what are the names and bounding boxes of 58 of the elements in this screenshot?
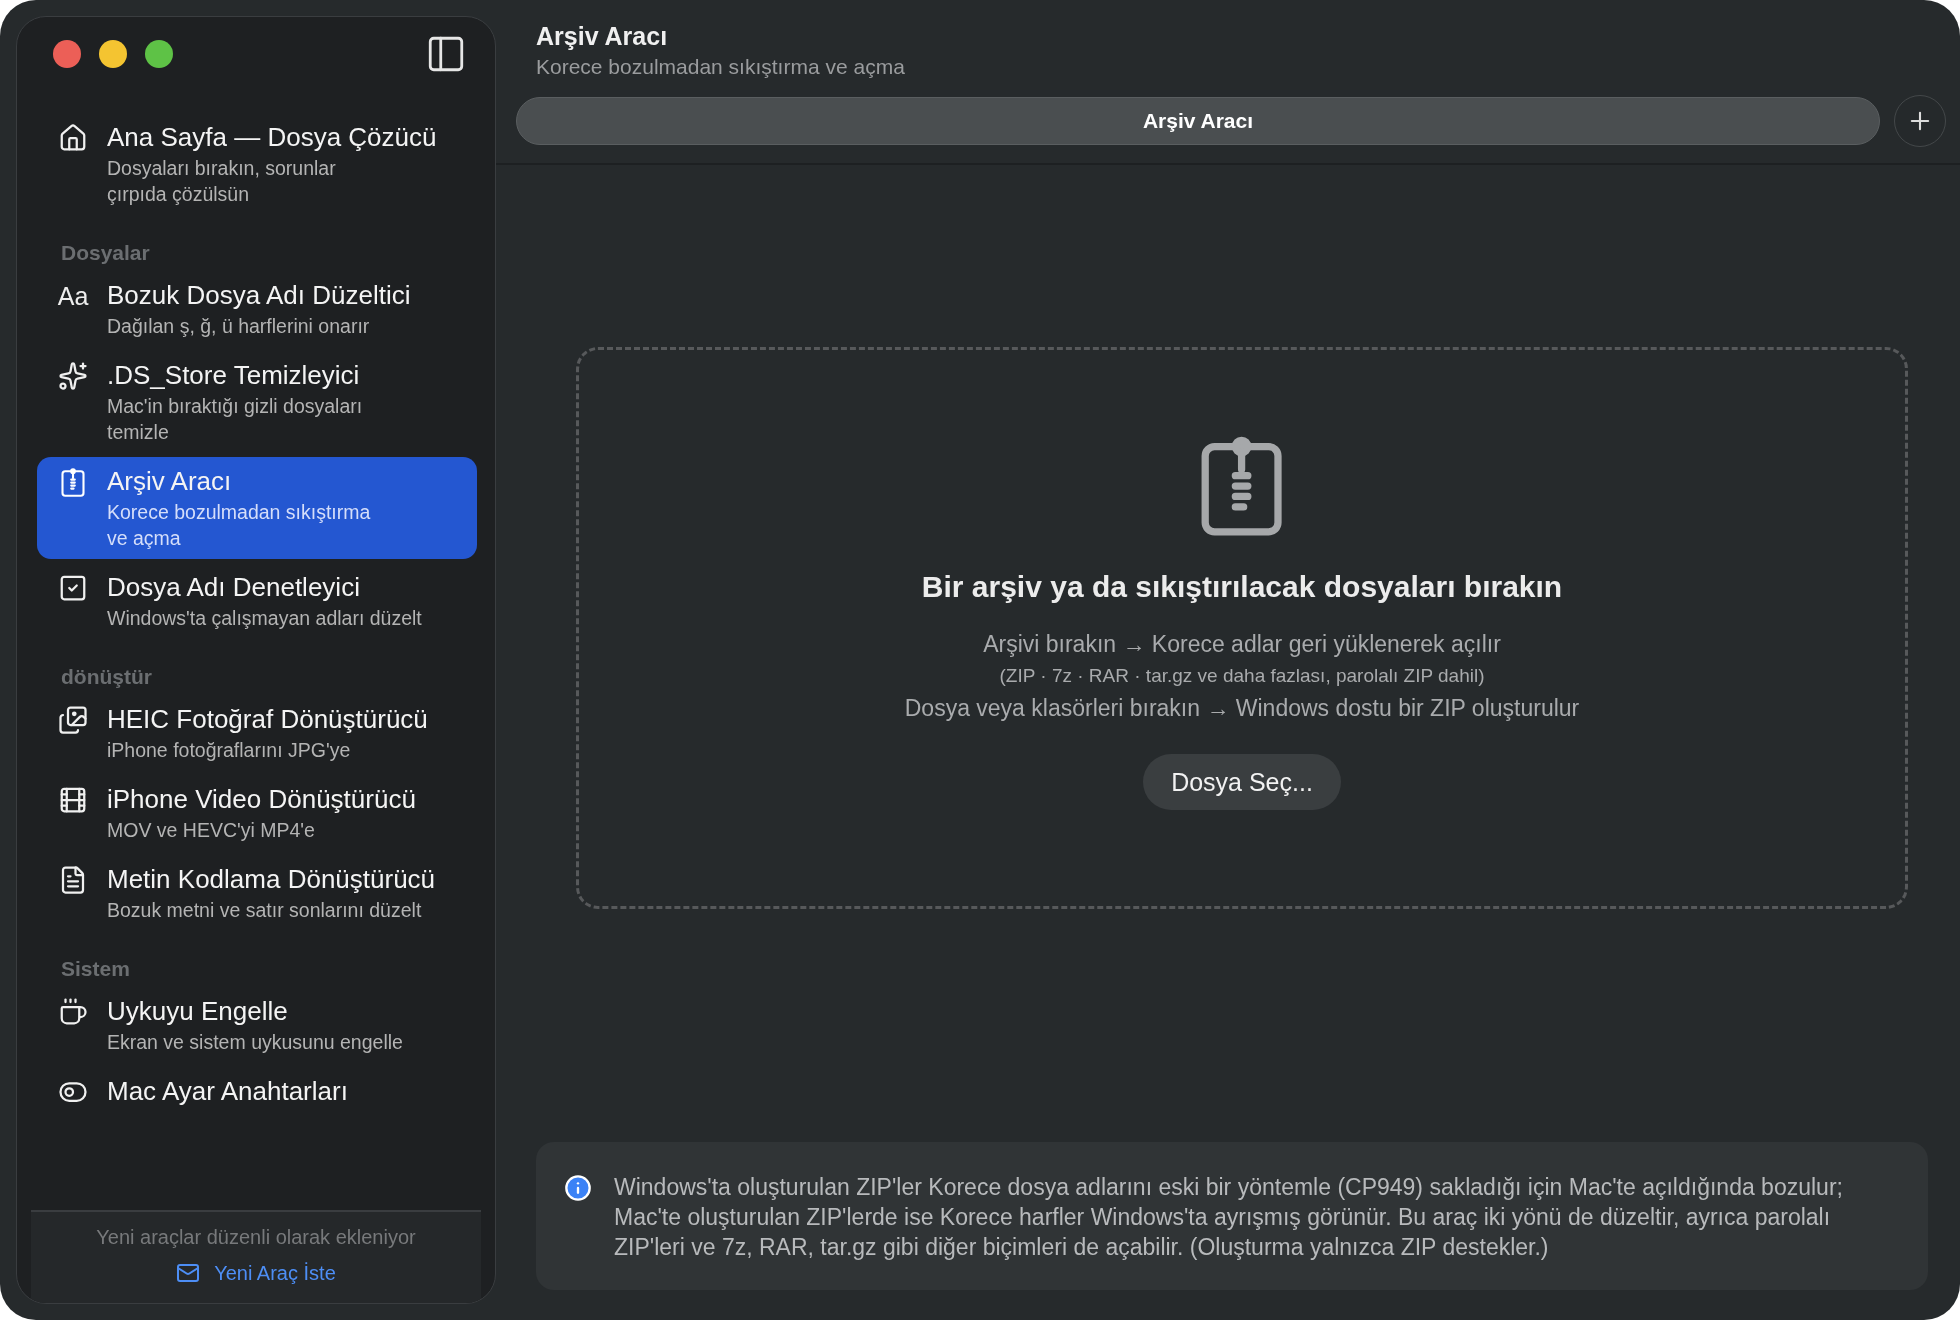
cup-icon [58,997,88,1027]
format-note: (ZIP · 7z · RAR · tar.gz ve daha fazlası, parolalı ZIP dahil) [999,664,1485,688]
item-subtitle: Ekran ve sistem uykusunu engelle [107,1030,403,1055]
sidebar-item[interactable]: .DS_Store Temizleyici Mac'in bıraktığı gizli dosyaları temizle [37,351,477,453]
page-title: Arşiv Aracı [536,22,669,51]
home-icon [58,123,88,153]
item-subtitle: Windows'ta çalışmayan adları düzelt [107,606,422,631]
add-tab-button[interactable] [1894,95,1946,147]
zoom-window-button[interactable] [145,40,173,68]
item-subtitle: Mac'in bıraktığı gizli dosyaları temizle [107,394,364,445]
letters-icon: Aa [57,281,89,339]
item-title: Metin Kodlama Dönüştürücü [107,863,436,895]
footer-note: Yeni araçlar düzenli olarak ekleniyor [96,1226,416,1249]
item-subtitle: Dosyaları bırakın, sorunlar çırpıda çözülsün [107,156,337,207]
info-icon [564,1174,592,1202]
tab[interactable]: Arşiv Aracı [516,97,1880,145]
instruction-text: Arşivi bırakın → Korece adlar geri yüklenerek açılır [983,630,1501,659]
drop-heading: Bir arşiv ya da sıkıştırılacak dosyaları bırakın [921,570,1563,604]
photos-icon [58,705,88,735]
item-subtitle: Korece bozulmadan sıkıştırma ve açma [107,500,372,551]
sidebar-item[interactable]: iPhone Video Dönüştürücü MOV ve HEVC'yi MP4'e [37,775,477,851]
page-subtitle: Korece bozulmadan sıkıştırma ve açma [536,55,906,79]
item-subtitle: Dağılan ş, ğ, ü harflerini onarır [107,314,371,339]
sidebar-item[interactable]: Dosya Adı Denetleyici Windows'ta çalışmayan adları düzelt [37,563,477,639]
section-heading: Sistem [60,956,131,982]
section-heading: Dosyalar [60,240,151,266]
sidebar-item[interactable]: Uykuyu Engelle Ekran ve sistem uykusunu engelle [37,987,477,1063]
item-subtitle: Bozuk metni ve satır sonlarını düzelt [107,898,423,923]
item-title: Ana Sayfa — Dosya Çözücü [107,121,437,153]
minimize-window-button[interactable] [99,40,127,68]
item-title: Mac Ayar Anahtarları [107,1075,348,1107]
checkbox-icon [58,573,88,603]
sidebar-item[interactable]: HEIC Fotoğraf Dönüştürücü iPhone fotoğraflarını JPG'ye [37,695,477,771]
sparkles-icon [58,361,88,391]
item-title: Arşiv Aracı [107,465,233,497]
sidebar-item[interactable]: Ana Sayfa — Dosya Çözücü Dosyaları bırakın, sorunlar çırpıda çözülsün [37,113,477,215]
item-title: Bozuk Dosya Adı Düzeltici [107,279,411,311]
item-title: Dosya Adı Denetleyici [107,571,361,603]
section-heading: dönüştür [60,664,153,690]
item-title: iPhone Video Dönüştürücü [107,783,416,815]
item-title: .DS_Store Temizleyici [107,359,361,391]
info-text: Windows'ta oluşturulan ZIP'ler Korece dosya adlarını eski bir yöntemle (CP949) sakladığı için Mac'te açıldığında bozulur; Mac'te oluşturulan ZIP'lerde ise Korece harfler Windows'ta ayrışmış görünür. Bu araç iki yönü de düzeltir, ayrıca parolalı ZIP'leri ve 7z, RAR, tar.gz gibi diğer biçimleri de açabilir. (Oluşturma yalnızca ZIP destekler.) [614,1173,1844,1262]
sidebar-item[interactable]: Metin Kodlama Dönüştürücü Bozuk metni ve satır sonlarını düzelt [37,855,477,931]
mail-icon [176,1261,201,1285]
clipboard-icon [61,467,85,497]
drop-zone[interactable] [576,347,1908,909]
close-window-button[interactable] [53,40,81,68]
instruction-text: Dosya veya klasörleri bırakın → Windows dostu bir ZIP oluşturulur [904,694,1580,723]
sidebar-item[interactable]: Arşiv Aracı Korece bozulmadan sıkıştırma ve açma [37,457,477,559]
sidebar-item[interactable]: Mac Ayar Anahtarları [37,1067,477,1115]
request-tool-link[interactable]: Yeni Araç İste [176,1261,336,1285]
choose-file-button[interactable]: Dosya Seç... [1143,754,1341,810]
item-title: HEIC Fotoğraf Dönüştürücü [107,703,428,735]
film-icon [58,785,88,815]
item-subtitle: iPhone fotoğraflarını JPG'ye [107,738,352,763]
item-title: Uykuyu Engelle [107,995,289,1027]
sidebar-item[interactable]: Aa Bozuk Dosya Adı Düzeltici Dağılan ş, ğ, ü harflerini onarır [37,271,477,347]
item-subtitle: MOV ve HEVC'yi MP4'e [107,818,316,843]
